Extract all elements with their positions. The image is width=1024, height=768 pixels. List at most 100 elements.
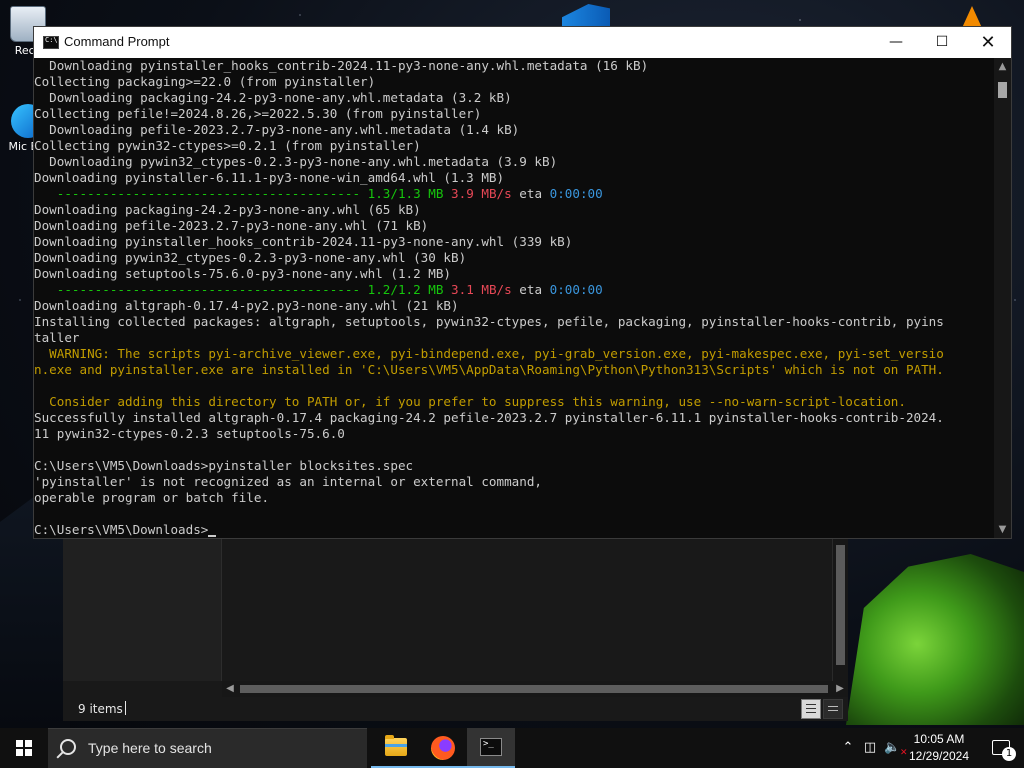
console-text: 'pyinstaller' is not recognized as an in… <box>34 474 542 489</box>
console-text: 3.1 MB/s <box>451 282 512 297</box>
console-text: Downloading packaging-24.2-py3-none-any.… <box>34 202 421 217</box>
console-line: operable program or batch file. <box>34 490 944 506</box>
console-line: Downloading pefile-2023.2.7-py3-none-any… <box>34 122 944 138</box>
console-text: operable program or batch file. <box>34 490 270 505</box>
chevron-up-icon[interactable]: ⌃ <box>840 740 856 756</box>
console-line: taller <box>34 330 944 346</box>
taskbar: Type here to search ⌃ ◫ 🔈 ✕ 10:05 AM 12/… <box>0 728 1024 768</box>
taskbar-command-prompt[interactable] <box>467 728 515 768</box>
console-text: 11 pywin32-ctypes-0.2.3 setuptools-75.6.… <box>34 426 345 441</box>
console-line: Downloading pywin32_ctypes-0.2.3-py3-non… <box>34 154 944 170</box>
window-title: Command Prompt <box>64 34 170 49</box>
explorer-vscroll-thumb[interactable] <box>836 545 845 665</box>
explorer-horizontal-scrollbar[interactable]: ◀ ▶ <box>222 681 848 697</box>
explorer-vertical-scrollbar[interactable] <box>832 537 848 681</box>
console-text: Collecting pywin32-ctypes>=0.2.1 (from p… <box>34 138 421 153</box>
console-line: ----------------------------------------… <box>34 186 944 202</box>
details-view-button[interactable] <box>801 699 821 719</box>
cmd-app-icon[interactable] <box>43 36 59 49</box>
command-prompt-window: Command Prompt — ☐ ✕ Downloading pyinsta… <box>33 26 1012 539</box>
action-center-button[interactable]: 1 <box>984 728 1024 768</box>
item-count: 9 items <box>78 702 123 716</box>
console-text: 0:00:00 <box>549 186 603 201</box>
console-line: Collecting packaging>=22.0 (from pyinsta… <box>34 74 944 90</box>
vlc-desktop-icon[interactable] <box>962 6 982 28</box>
console-text: C:\Users\VM5\Downloads> <box>34 522 209 537</box>
console-text: Downloading pyinstaller_hooks_contrib-20… <box>34 234 573 249</box>
console-line: n.exe and pyinstaller.exe are installed … <box>34 362 944 378</box>
console-line: Installing collected packages: altgraph,… <box>34 314 944 330</box>
console-line: WARNING: The scripts pyi-archive_viewer.… <box>34 346 944 362</box>
console-line: Downloading altgraph-0.17.4-py2.py3-none… <box>34 298 944 314</box>
console-text: 1.3/1.3 MB <box>367 186 444 201</box>
notification-badge: 1 <box>1002 747 1016 761</box>
console-text: Downloading pywin32_ctypes-0.2.3-py3-non… <box>34 250 467 265</box>
volume-icon[interactable]: 🔈 <box>884 740 900 756</box>
network-icon[interactable]: ◫ <box>862 740 878 756</box>
console-line: C:\Users\VM5\Downloads>pyinstaller block… <box>34 458 944 474</box>
windows-logo-icon <box>16 740 32 756</box>
console-line: Downloading pyinstaller-6.11.1-py3-none-… <box>34 170 944 186</box>
console-line: Consider adding this directory to PATH o… <box>34 394 944 410</box>
console-line: Successfully installed altgraph-0.17.4 p… <box>34 410 944 426</box>
console-line: Downloading packaging-24.2-py3-none-any.… <box>34 90 944 106</box>
tiles-view-icon <box>828 706 838 707</box>
cmd-vertical-scrollbar[interactable]: ▲ ▼ <box>994 58 1011 538</box>
status-divider <box>125 701 126 715</box>
taskbar-clock[interactable]: 10:05 AM 12/29/2024 <box>904 728 974 768</box>
scroll-right-icon[interactable]: ▶ <box>832 681 848 697</box>
console-line: Downloading pywin32_ctypes-0.2.3-py3-non… <box>34 250 944 266</box>
console-text: Downloading setuptools-75.6.0-py3-none-a… <box>34 266 452 281</box>
console-text: Downloading packaging-24.2-py3-none-any.… <box>34 90 512 105</box>
console-line: Collecting pefile!=2024.8.26,>=2022.5.30… <box>34 106 944 122</box>
console-text: Downloading pyinstaller_hooks_contrib-20… <box>34 58 649 73</box>
details-view-icon-line <box>806 712 816 713</box>
console-line: Collecting pywin32-ctypes>=0.2.1 (from p… <box>34 138 944 154</box>
maximize-button[interactable]: ☐ <box>919 27 965 58</box>
console-text: Successfully installed altgraph-0.17.4 p… <box>34 410 944 425</box>
explorer-file-list[interactable] <box>222 537 833 681</box>
console-line: Downloading pefile-2023.2.7-py3-none-any… <box>34 218 944 234</box>
taskbar-search-box[interactable]: Type here to search <box>48 728 367 768</box>
console-line: 11 pywin32-ctypes-0.2.3 setuptools-75.6.… <box>34 426 944 442</box>
console-text: Downloading pefile-2023.2.7-py3-none-any… <box>34 122 520 137</box>
firefox-icon <box>431 736 455 760</box>
taskbar-file-explorer[interactable] <box>371 728 419 768</box>
start-button[interactable] <box>0 728 48 768</box>
cmd-title-bar[interactable]: Command Prompt — ☐ ✕ <box>34 27 1011 58</box>
clock-time: 10:05 AM <box>913 732 965 746</box>
explorer-status-bar: 9 items <box>63 697 848 721</box>
scroll-down-icon[interactable]: ▼ <box>994 521 1011 538</box>
explorer-navigation-pane[interactable] <box>63 537 222 681</box>
cmd-scroll-thumb[interactable] <box>998 82 1007 98</box>
large-icons-view-button[interactable] <box>823 699 843 719</box>
console-text: Downloading altgraph-0.17.4-py2.py3-none… <box>34 298 459 313</box>
console-output[interactable]: Downloading pyinstaller_hooks_contrib-20… <box>34 58 994 538</box>
console-line: 'pyinstaller' is not recognized as an in… <box>34 474 944 490</box>
console-text: Collecting pefile!=2024.8.26,>=2022.5.30… <box>34 106 482 121</box>
console-line: Downloading pyinstaller_hooks_contrib-20… <box>34 234 944 250</box>
console-line: Downloading setuptools-75.6.0-py3-none-a… <box>34 266 944 282</box>
explorer-hscroll-thumb[interactable] <box>240 685 828 693</box>
scroll-left-icon[interactable]: ◀ <box>222 681 238 697</box>
console-text: taller <box>34 330 80 345</box>
taskbar-firefox[interactable] <box>419 728 467 768</box>
console-text: 3.9 MB/s <box>451 186 512 201</box>
console-lines: Downloading pyinstaller_hooks_contrib-20… <box>34 58 944 538</box>
scroll-up-icon[interactable]: ▲ <box>994 58 1011 75</box>
text-cursor <box>208 535 217 537</box>
close-button[interactable]: ✕ <box>965 27 1011 58</box>
console-text: Collecting packaging>=22.0 (from pyinsta… <box>34 74 376 89</box>
file-explorer-window: ◀ ▶ 9 items <box>63 537 848 721</box>
minimize-button[interactable]: — <box>873 27 919 58</box>
console-text: 1.2/1.2 MB <box>367 282 444 297</box>
console-text: WARNING: The scripts pyi-archive_viewer.… <box>34 346 944 361</box>
console-line: Downloading packaging-24.2-py3-none-any.… <box>34 202 944 218</box>
console-line: C:\Users\VM5\Downloads> <box>34 522 944 538</box>
tiles-view-icon-line <box>828 710 838 711</box>
